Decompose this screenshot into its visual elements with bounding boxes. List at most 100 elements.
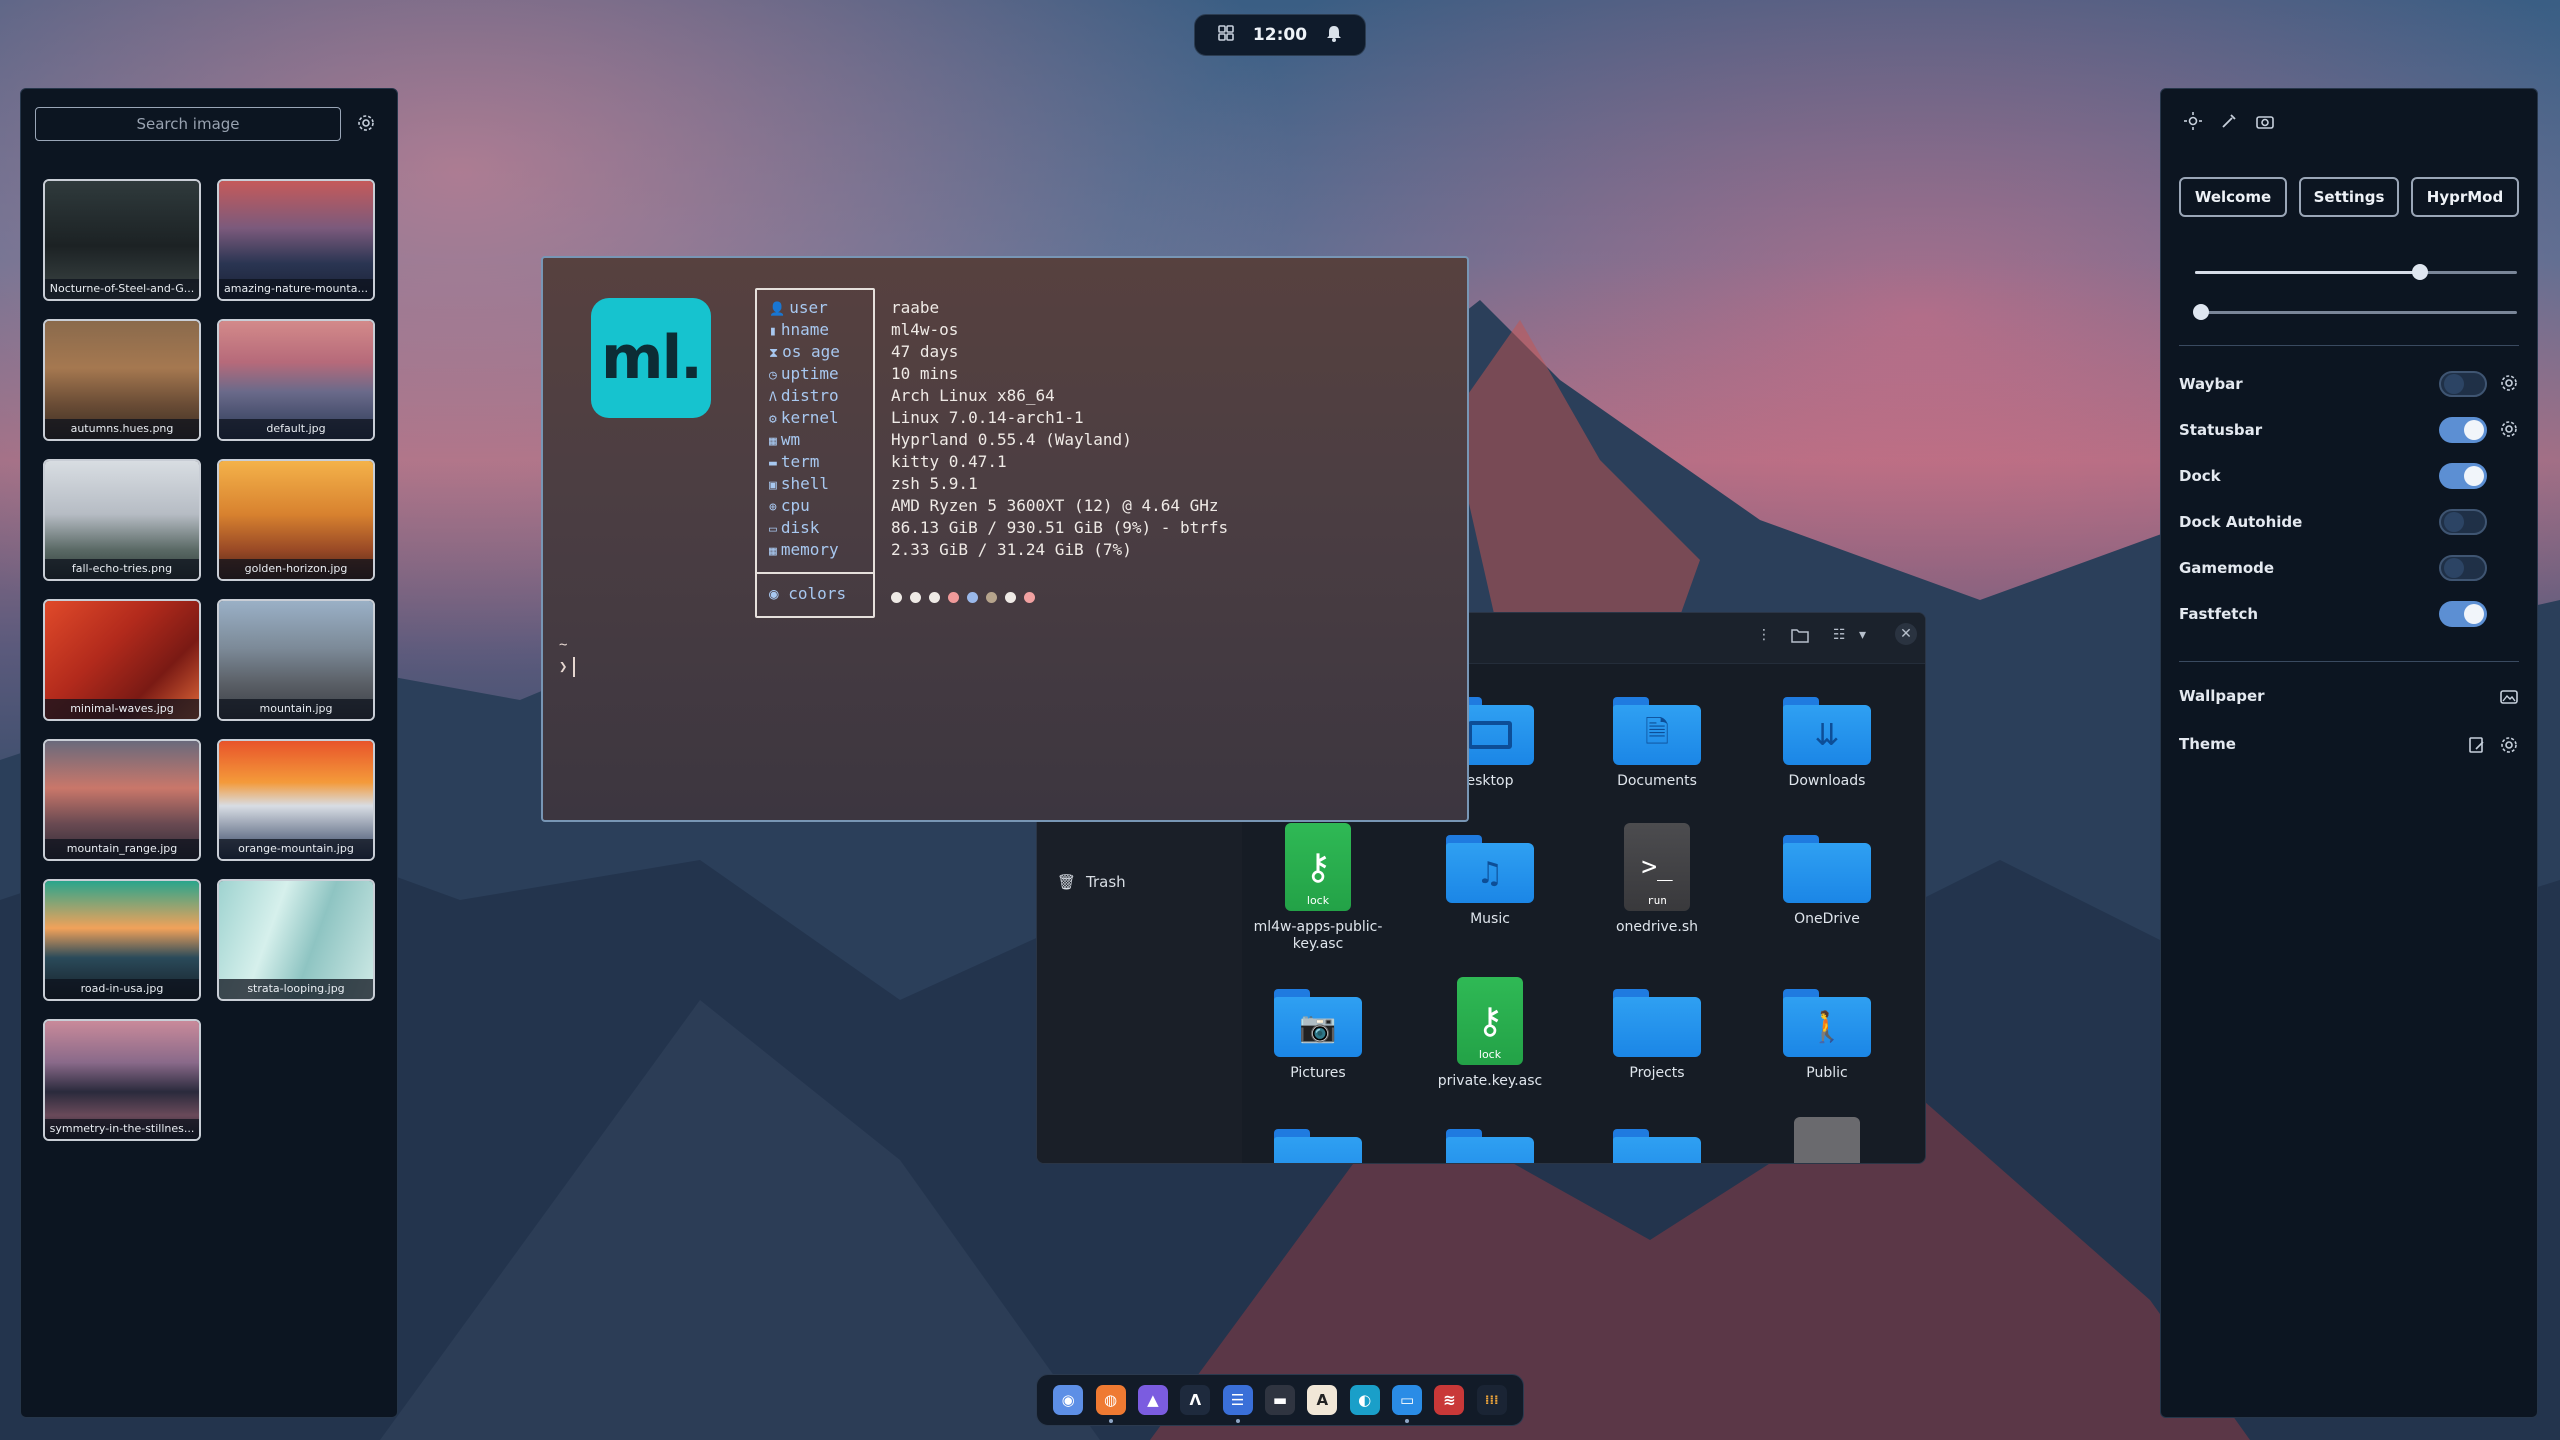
folder-item-partial[interactable] xyxy=(1243,1129,1393,1163)
color-palette xyxy=(891,592,1035,603)
gear-icon[interactable] xyxy=(2499,419,2519,443)
theme-label: Theme xyxy=(2179,735,2236,753)
volume-slider[interactable] xyxy=(2195,264,2517,280)
wallpaper-thumb-label: symmetry-in-the-stillnes... xyxy=(45,1119,199,1139)
text-cursor xyxy=(573,657,576,677)
wallpaper-thumb[interactable]: orange-mountain.jpg xyxy=(217,739,375,861)
wallpaper-thumb-label: amazing-nature-mounta... xyxy=(219,279,373,299)
screenshot-icon[interactable] xyxy=(2255,111,2275,135)
toggle-switch[interactable] xyxy=(2439,463,2487,489)
toggle-switch[interactable] xyxy=(2439,509,2487,535)
search-image-input[interactable] xyxy=(35,107,341,141)
welcome-button[interactable]: Welcome xyxy=(2179,177,2287,217)
wallpaper-thumb[interactable]: symmetry-in-the-stillnes... xyxy=(43,1019,201,1141)
firefox-icon[interactable]: ◍ xyxy=(1095,1385,1126,1423)
hyprmod-button[interactable]: HyprMod xyxy=(2411,177,2519,217)
file-item-public-key[interactable]: ⚷ lock ml4w-apps-public-key.asc xyxy=(1243,823,1393,953)
wallpaper-thumb[interactable]: minimal-waves.jpg xyxy=(43,599,201,721)
toggle-switch[interactable] xyxy=(2439,601,2487,627)
wallpaper-thumb[interactable]: golden-horizon.jpg xyxy=(217,459,375,581)
fastfetch-value: Linux 7.0.14-arch1-1 xyxy=(891,408,1084,427)
proton-vpn-icon[interactable]: ▲ xyxy=(1137,1385,1168,1415)
theme-gear-icon[interactable] xyxy=(2499,735,2519,759)
folder-item-onedrive[interactable]: OneDrive xyxy=(1752,835,1902,928)
toggle-switch[interactable] xyxy=(2439,417,2487,443)
wallpaper-thumb[interactable]: road-in-usa.jpg xyxy=(43,879,201,1001)
settings-button[interactable]: Settings xyxy=(2299,177,2399,217)
item-label: onedrive.sh xyxy=(1615,919,1699,935)
wallpaper-thumb[interactable]: amazing-nature-mounta... xyxy=(217,179,375,301)
terminal-window[interactable]: ml. ◉ colors ~ ❯ 👤 user raabe ▮ hname ml4w-os… xyxy=(541,256,1469,822)
brightness-slider[interactable] xyxy=(2193,304,2517,320)
chromium-icon[interactable]: ◉ xyxy=(1053,1385,1084,1415)
brightness-icon[interactable] xyxy=(2183,111,2203,135)
item-label: Documents xyxy=(1617,773,1697,789)
cpu-icon: ⊕ xyxy=(769,500,777,515)
kernel-icon: ⚙ xyxy=(769,412,777,427)
color-picker-icon[interactable] xyxy=(2219,111,2239,135)
wallpaper-icon[interactable] xyxy=(2499,687,2519,711)
host-icon: ▮ xyxy=(769,324,777,339)
fastfetch-label: 👤 user xyxy=(769,298,828,317)
folder-icon xyxy=(1613,989,1701,1057)
wallpaper-thumb[interactable]: autumns.hues.png xyxy=(43,319,201,441)
fastfetch-label-colors: ◉ colors xyxy=(769,584,847,603)
folder-icon xyxy=(1613,1129,1701,1163)
wallpaper-thumb-label: mountain_range.jpg xyxy=(45,839,199,859)
fastfetch-label: ⊕ cpu xyxy=(769,496,810,515)
item-label: Public xyxy=(1806,1065,1848,1081)
terminal-icon[interactable]: ▬ xyxy=(1264,1385,1295,1415)
gear-icon[interactable] xyxy=(2499,373,2519,397)
font-viewer-icon[interactable]: A xyxy=(1307,1385,1338,1415)
key-file-icon: ⚷ lock xyxy=(1457,977,1523,1065)
toggle-switch[interactable] xyxy=(2439,555,2487,581)
folder-item-downloads[interactable]: ⇊ Downloads xyxy=(1752,697,1902,790)
theme-edit-icon[interactable] xyxy=(2467,735,2487,759)
folder-item-projects[interactable]: Projects xyxy=(1582,989,1732,1082)
slider-handle[interactable] xyxy=(2193,304,2210,320)
distro-icon: Λ xyxy=(769,390,777,405)
folder-item-pictures[interactable]: 📷 Pictures xyxy=(1243,989,1393,1082)
chevron-down-icon[interactable]: ▾ xyxy=(1859,627,1866,643)
quick-settings-panel: Welcome Settings HyprMod Wallpaper Theme… xyxy=(2160,88,2538,1418)
wallpaper-thumb[interactable]: mountain.jpg xyxy=(217,599,375,721)
workspaces-icon[interactable] xyxy=(1216,23,1236,47)
script-file-icon: >_ run xyxy=(1624,823,1690,911)
files-icon[interactable]: ▭ xyxy=(1392,1385,1423,1423)
slider-handle[interactable] xyxy=(2412,264,2429,280)
wallpaper-thumb[interactable]: default.jpg xyxy=(217,319,375,441)
wallpaper-thumb[interactable]: strata-looping.jpg xyxy=(217,879,375,1001)
running-indicator xyxy=(1235,1419,1240,1423)
gear-icon[interactable] xyxy=(356,113,376,137)
attachment-file-icon xyxy=(1794,1117,1860,1163)
folder-item-music[interactable]: ♫ Music xyxy=(1415,835,1565,928)
trash-icon: 🗑 xyxy=(1057,873,1077,891)
bell-icon[interactable] xyxy=(1324,23,1344,47)
file-item-private-key[interactable]: ⚷ lock private.key.asc xyxy=(1415,977,1565,1090)
edge-icon[interactable]: ◐ xyxy=(1349,1385,1380,1415)
wallpaper-thumb[interactable]: mountain_range.jpg xyxy=(43,739,201,861)
arch-text-icon[interactable]: Λ xyxy=(1180,1385,1211,1415)
folder-item-partial[interactable] xyxy=(1415,1129,1565,1163)
file-item-partial[interactable] xyxy=(1752,1117,1902,1163)
toggle-switch[interactable] xyxy=(2439,371,2487,397)
more-options-icon[interactable]: ⋮ xyxy=(1757,627,1771,643)
file-item-onedrive-script[interactable]: >_ run onedrive.sh xyxy=(1582,823,1732,936)
fastfetch-value: 10 mins xyxy=(891,364,959,383)
sidebar-item-trash[interactable]: 🗑 Trash xyxy=(1057,873,1126,891)
new-folder-icon[interactable] xyxy=(1791,627,1809,647)
folder-item-partial[interactable] xyxy=(1582,1129,1732,1163)
wallpaper-thumb[interactable]: Nocturne-of-Steel-and-G... xyxy=(43,179,201,301)
fastfetch-label: ◷ uptime xyxy=(769,364,839,383)
item-label: Music xyxy=(1470,911,1510,927)
notes-icon[interactable]: ☰ xyxy=(1222,1385,1253,1423)
pdf-reader-icon[interactable]: ≋ xyxy=(1434,1385,1465,1415)
app-grid-icon[interactable]: ⁞⁞⁞ xyxy=(1476,1385,1507,1415)
folder-item-documents[interactable]: 🗎 Documents xyxy=(1582,697,1732,790)
color-dot xyxy=(1024,592,1035,603)
view-list-icon[interactable]: ☷ xyxy=(1833,627,1846,643)
close-icon[interactable]: ✕ xyxy=(1895,623,1917,645)
wallpaper-thumb[interactable]: fall-echo-tries.png xyxy=(43,459,201,581)
clock[interactable]: 12:00 xyxy=(1253,25,1307,45)
folder-item-public[interactable]: 🚶 Public xyxy=(1752,989,1902,1082)
